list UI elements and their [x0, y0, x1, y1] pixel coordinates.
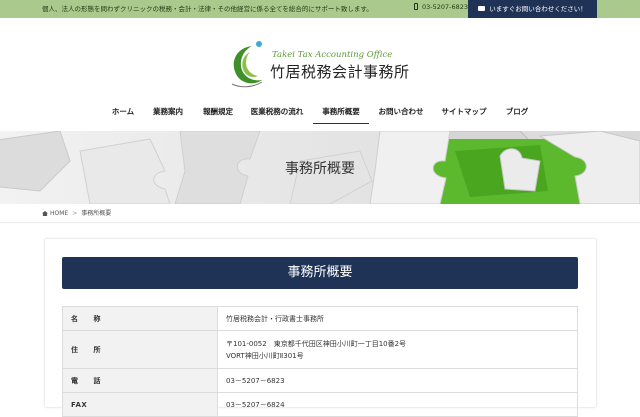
- contact-button[interactable]: いますぐお問い合わせください！: [468, 0, 597, 18]
- table-value: 竹居税務会計・行政書士事務所: [217, 306, 578, 331]
- logo-japanese-name: 竹居税務会計事務所: [270, 63, 410, 81]
- table-value: 03－5207－6824: [217, 392, 578, 417]
- header-phone[interactable]: 03-5207-6823: [414, 3, 468, 11]
- table-row: 住 所 〒101-0052 東京都千代田区神田小川町一丁目10番2号 VORT神田…: [62, 330, 578, 369]
- main-nav: ホーム 業務案内 報酬規定 医業税務の流れ 事務所概要 お問い合わせ サイトマッ…: [0, 100, 640, 124]
- nav-item-blog[interactable]: ブログ: [504, 100, 530, 124]
- table-value: 03－5207－6823: [217, 368, 578, 393]
- breadcrumb-separator-icon: >: [72, 210, 78, 217]
- tagline: 個人、法人の形態を問わずクリニックの税務・会計・法律・その他経営に係る全てを総合…: [42, 5, 373, 13]
- breadcrumb-home[interactable]: HOME: [50, 210, 68, 217]
- table-label: 名 称: [62, 306, 218, 331]
- hero-banner: 事務所概要: [0, 131, 640, 204]
- nav-item-fees[interactable]: 報酬規定: [200, 100, 236, 124]
- breadcrumb-current: 事務所概要: [81, 210, 112, 217]
- divider: [0, 222, 640, 223]
- mail-icon: [478, 6, 486, 11]
- site-logo[interactable]: Takei Tax Accounting Office 竹居税務会計事務所: [226, 36, 416, 90]
- address-line-1: 〒101-0052 東京都千代田区神田小川町一丁目10番2号: [226, 339, 407, 348]
- table-row: FAX 03－5207－6824: [62, 392, 578, 417]
- phone-number: 03-5207-6823: [422, 3, 469, 11]
- table-label: 電 話: [62, 368, 218, 393]
- nav-item-sitemap[interactable]: サイトマップ: [440, 100, 488, 124]
- nav-item-home[interactable]: ホーム: [108, 100, 138, 124]
- address-line-2: VORT神田小川町Ⅱ301号: [226, 351, 304, 360]
- top-bar: 個人、法人の形態を問わずクリニックの税務・会計・法律・その他経営に係る全てを総合…: [0, 0, 640, 18]
- nav-item-office-overview[interactable]: 事務所概要: [313, 100, 369, 124]
- office-info-table: 名 称 竹居税務会計・行政書士事務所 住 所 〒101-0052 東京都千代田区…: [62, 306, 578, 417]
- table-row: 名 称 竹居税務会計・行政書士事務所: [62, 306, 578, 331]
- nav-item-contact[interactable]: お問い合わせ: [378, 100, 424, 124]
- nav-item-medical-tax-flow[interactable]: 医業税務の流れ: [250, 100, 304, 124]
- contact-button-label: いますぐお問い合わせください！: [489, 5, 587, 13]
- table-label: 住 所: [62, 330, 218, 369]
- green-crescent-logo-icon: [231, 41, 263, 88]
- section-title: 事務所概要: [62, 257, 578, 289]
- nav-item-services[interactable]: 業務案内: [150, 100, 186, 124]
- logo-english-name: Takei Tax Accounting Office: [272, 50, 393, 60]
- table-label: FAX: [62, 392, 218, 417]
- hero-title: 事務所概要: [285, 161, 355, 177]
- table-row: 電 話 03－5207－6823: [62, 368, 578, 393]
- phone-icon: [414, 3, 418, 10]
- breadcrumb: HOME > 事務所概要: [42, 208, 111, 220]
- table-value: 〒101-0052 東京都千代田区神田小川町一丁目10番2号 VORT神田小川町Ⅱ…: [217, 330, 578, 369]
- home-icon: [42, 211, 48, 216]
